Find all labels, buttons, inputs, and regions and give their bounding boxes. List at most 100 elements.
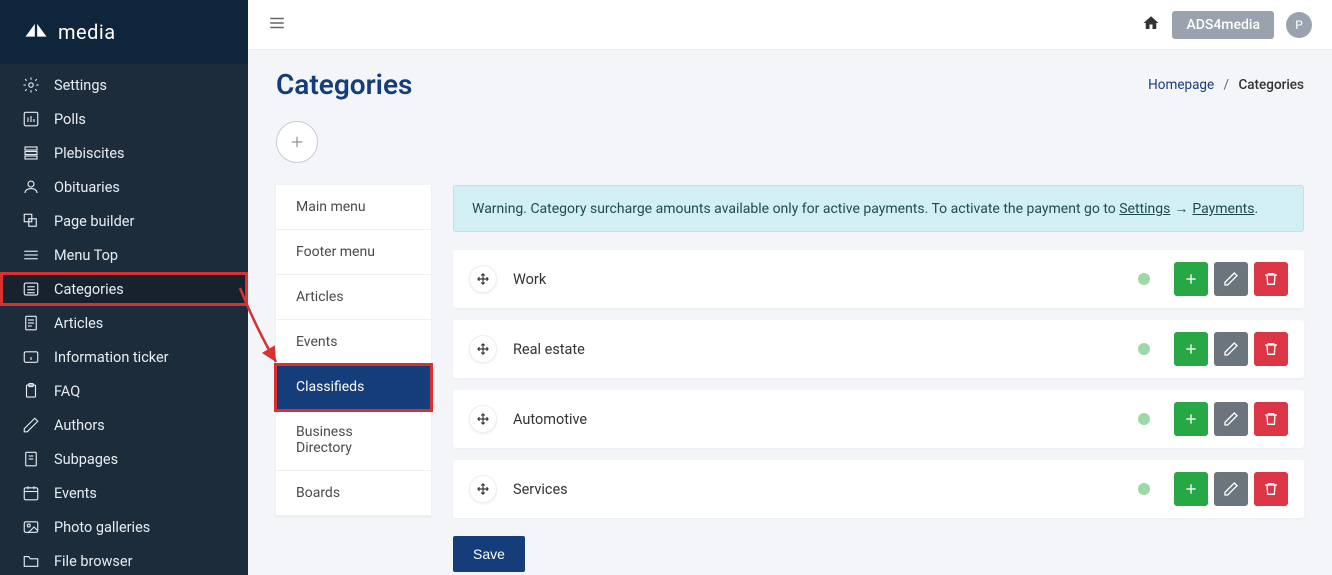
list-icon — [22, 280, 40, 298]
brand-badge[interactable]: ADS4media — [1172, 11, 1274, 39]
category-row: Real estate — [453, 320, 1304, 378]
delete-button[interactable] — [1254, 402, 1288, 436]
save-button[interactable]: Save — [453, 536, 525, 572]
drag-handle-icon[interactable] — [469, 405, 497, 433]
delete-button[interactable] — [1254, 262, 1288, 296]
menu-panel-item-events[interactable]: Events — [276, 320, 431, 365]
sidebar-item-authors[interactable]: Authors — [0, 408, 248, 442]
menu-icon — [22, 246, 40, 264]
sidebar-item-menu-top[interactable]: Menu Top — [0, 238, 248, 272]
drag-handle-icon[interactable] — [469, 335, 497, 363]
sidebar-item-label: FAQ — [54, 383, 80, 400]
sidebar-item-label: Photo galleries — [54, 519, 150, 536]
info-icon — [22, 348, 40, 366]
delete-button[interactable] — [1254, 472, 1288, 506]
row-actions — [1174, 402, 1288, 436]
topbar: ADS4media P — [248, 0, 1332, 50]
image-icon — [22, 518, 40, 536]
arrow-icon: → — [1174, 201, 1188, 217]
breadcrumb-separator: / — [1224, 77, 1230, 93]
menu-panel-item-boards[interactable]: Boards — [276, 471, 431, 516]
category-name: Services — [513, 481, 1122, 498]
sidebar-item-label: File browser — [54, 553, 133, 570]
main: ADS4media P Categories Homepage / Catego… — [248, 0, 1332, 575]
sidebar-item-file-browser[interactable]: File browser — [0, 544, 248, 575]
add-button[interactable] — [1174, 262, 1208, 296]
category-row: Automotive — [453, 390, 1304, 448]
alert-settings-link[interactable]: Settings — [1119, 201, 1170, 217]
sidebar-item-plebiscites[interactable]: Plebiscites — [0, 136, 248, 170]
drag-handle-icon[interactable] — [469, 265, 497, 293]
list-panel: Warning. Category surcharge amounts avai… — [453, 185, 1304, 572]
edit-button[interactable] — [1214, 472, 1248, 506]
sidebar-item-events[interactable]: Events — [0, 476, 248, 510]
hamburger-icon[interactable] — [268, 14, 286, 36]
delete-button[interactable] — [1254, 332, 1288, 366]
add-category-button[interactable] — [276, 121, 318, 163]
avatar[interactable]: P — [1286, 12, 1312, 38]
content: Categories Homepage / Categories Main me… — [248, 50, 1332, 575]
status-dot-icon — [1138, 413, 1150, 425]
category-name: Work — [513, 271, 1122, 288]
status-dot-icon — [1138, 273, 1150, 285]
gear-icon — [22, 76, 40, 94]
logo[interactable]: media — [0, 0, 248, 64]
menu-panel-item-classifieds[interactable]: Classifieds — [276, 365, 431, 410]
sidebar-item-label: Plebiscites — [54, 145, 125, 162]
sidebar-item-settings[interactable]: Settings — [0, 68, 248, 102]
sidebar-item-label: Page builder — [54, 213, 134, 230]
add-button[interactable] — [1174, 332, 1208, 366]
doc-icon — [22, 314, 40, 332]
menu-panel-item-main-menu[interactable]: Main menu — [276, 185, 431, 230]
row-actions — [1174, 472, 1288, 506]
edit-button[interactable] — [1214, 332, 1248, 366]
sidebar-item-information-ticker[interactable]: Information ticker — [0, 340, 248, 374]
menu-panel-item-articles[interactable]: Articles — [276, 275, 431, 320]
logo-text: media — [58, 20, 116, 44]
sidebar-item-label: Authors — [54, 417, 105, 434]
person-icon — [22, 178, 40, 196]
sidebar-item-photo-galleries[interactable]: Photo galleries — [0, 510, 248, 544]
sidebar-item-categories[interactable]: Categories — [0, 272, 248, 306]
menu-panel-item-footer-menu[interactable]: Footer menu — [276, 230, 431, 275]
add-button[interactable] — [1174, 472, 1208, 506]
category-row: Work — [453, 250, 1304, 308]
breadcrumb-current: Categories — [1238, 77, 1304, 93]
page-header: Categories Homepage / Categories — [276, 68, 1304, 101]
sidebar-item-label: Categories — [54, 281, 124, 298]
home-icon[interactable] — [1142, 14, 1160, 36]
menu-panel-item-business-directory[interactable]: Business Directory — [276, 410, 431, 471]
folder-icon — [22, 552, 40, 570]
alert-text: Warning. Category surcharge amounts avai… — [472, 201, 1119, 217]
edit-button[interactable] — [1214, 262, 1248, 296]
calendar-icon — [22, 484, 40, 502]
sidebar-item-label: Subpages — [54, 451, 118, 468]
logo-mark-icon — [22, 18, 50, 46]
sidebar-item-polls[interactable]: Polls — [0, 102, 248, 136]
sidebar-item-page-builder[interactable]: Page builder — [0, 204, 248, 238]
edit-button[interactable] — [1214, 402, 1248, 436]
row-actions — [1174, 332, 1288, 366]
layers-icon — [22, 212, 40, 230]
warning-alert: Warning. Category surcharge amounts avai… — [453, 185, 1304, 232]
status-dot-icon — [1138, 343, 1150, 355]
add-button[interactable] — [1174, 402, 1208, 436]
alert-payments-link[interactable]: Payments — [1192, 201, 1254, 217]
sidebar-item-label: Events — [54, 485, 97, 502]
category-name: Real estate — [513, 341, 1122, 358]
page-icon — [22, 450, 40, 468]
drag-handle-icon[interactable] — [469, 475, 497, 503]
sidebar-item-label: Obituaries — [54, 179, 120, 196]
category-name: Automotive — [513, 411, 1122, 428]
sidebar-item-obituaries[interactable]: Obituaries — [0, 170, 248, 204]
sidebar-item-articles[interactable]: Articles — [0, 306, 248, 340]
trophy-icon — [22, 144, 40, 162]
sidebar: media SettingsPolls Plebiscites Obituaries… — [0, 0, 248, 575]
page-title: Categories — [276, 68, 412, 101]
sidebar-item-faq[interactable]: FAQ — [0, 374, 248, 408]
breadcrumb-home[interactable]: Homepage — [1148, 77, 1214, 93]
sidebar-item-label: Articles — [54, 315, 103, 332]
status-dot-icon — [1138, 483, 1150, 495]
category-row: Services — [453, 460, 1304, 518]
sidebar-item-subpages[interactable]: Subpages — [0, 442, 248, 476]
